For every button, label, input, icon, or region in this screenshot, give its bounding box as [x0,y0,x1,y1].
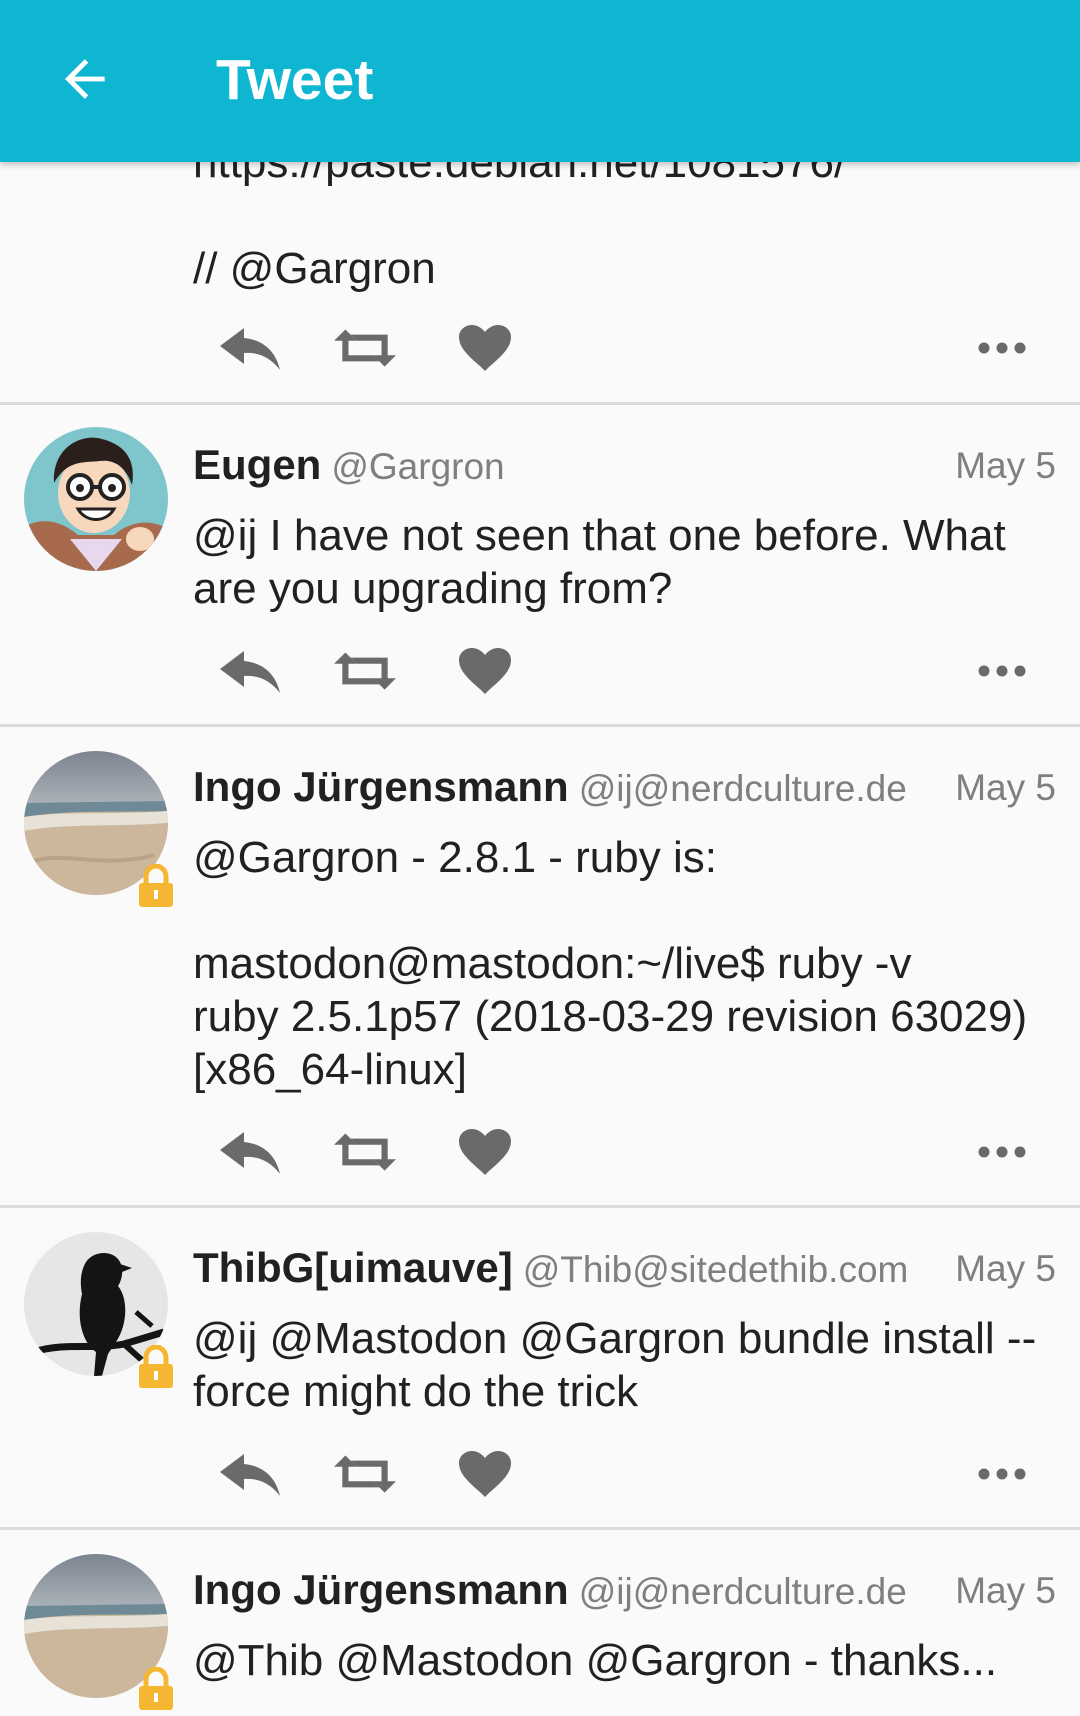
boost-button[interactable] [325,1117,405,1187]
status-actions [193,313,1063,383]
more-horizontal-icon [978,342,1026,354]
avatar[interactable] [24,427,168,571]
favourite-button[interactable] [445,313,525,383]
status-header: Ingo Jürgensmann @ij@nerdculture.de [193,1566,1056,1622]
more-button[interactable] [962,1439,1042,1509]
reply-icon [218,647,282,695]
heart-icon [458,1450,512,1498]
account-handle[interactable]: @Thib@sitedethib.com [523,1249,909,1290]
status-actions [193,1117,1063,1187]
boost-button[interactable] [325,636,405,706]
lock-icon [136,864,176,908]
status-item[interactable]: ThibG[uimauve] @Thib@sitedethib.com May 5… [0,1208,1080,1530]
status-header: Ingo Jürgensmann @ij@nerdculture.de [193,763,1056,819]
reply-button[interactable] [210,1117,290,1187]
retweet-icon [332,1131,398,1173]
status-item[interactable]: Ingo Jürgensmann @ij@nerdculture.de May 5… [0,1530,1080,1699]
heart-icon [458,324,512,372]
status-date: May 5 [955,1570,1056,1611]
reply-button[interactable] [210,313,290,383]
more-button[interactable] [962,313,1042,383]
display-name[interactable]: Ingo Jürgensmann [193,1566,569,1613]
more-horizontal-icon [978,1468,1026,1480]
account-handle[interactable]: @ij@nerdculture.de [579,1571,907,1612]
account-handle[interactable]: @Gargron [331,446,504,487]
status-date: May 5 [955,767,1056,808]
reply-icon [218,324,282,372]
retweet-icon [332,650,398,692]
boost-button[interactable] [325,1439,405,1509]
retweet-icon [332,327,398,369]
status-header: ThibG[uimauve] @Thib@sitedethib.com [193,1244,1056,1300]
more-horizontal-icon [978,665,1026,677]
retweet-icon [332,1453,398,1495]
display-name[interactable]: Ingo Jürgensmann [193,763,569,810]
boost-button[interactable] [325,313,405,383]
arrow-left-icon [58,51,114,112]
account-handle[interactable]: @ij@nerdculture.de [579,768,907,809]
reply-button[interactable] [210,1439,290,1509]
status-content: @Thib @Mastodon @Gargron - thanks... [193,1636,998,1685]
status-actions [193,1439,1063,1509]
status-header: Eugen @Gargron [193,441,1056,497]
status-content: @ij @Mastodon @Gargron bundle install --… [193,1314,1037,1416]
heart-icon [458,1128,512,1176]
page-title: Tweet [216,48,374,112]
display-name[interactable]: Eugen [193,441,321,488]
app-bar: Tweet [0,0,1080,162]
lock-icon [136,1345,176,1389]
heart-icon [458,647,512,695]
status-item[interactable]: Eugen @Gargron May 5 @ij I have not seen … [0,405,1080,727]
status-content: @ij I have not seen that one before. Wha… [193,511,1006,613]
favourite-button[interactable] [445,1117,525,1187]
status-date: May 5 [955,1248,1056,1289]
status-content: @Gargron - 2.8.1 - ruby is: mastodon@mas… [193,833,1028,1094]
status-item[interactable]: Ingo Jürgensmann @ij@nerdculture.de May 5… [0,727,1080,1208]
back-button[interactable] [50,45,122,117]
status-actions [193,636,1063,706]
more-horizontal-icon [978,1146,1026,1158]
status-date: May 5 [955,445,1056,486]
reply-icon [218,1450,282,1498]
display-name[interactable]: ThibG[uimauve] [193,1244,513,1291]
favourite-button[interactable] [445,636,525,706]
lock-icon [136,1667,176,1711]
reply-icon [218,1128,282,1176]
reply-button[interactable] [210,636,290,706]
favourite-button[interactable] [445,1439,525,1509]
more-button[interactable] [962,636,1042,706]
more-button[interactable] [962,1117,1042,1187]
